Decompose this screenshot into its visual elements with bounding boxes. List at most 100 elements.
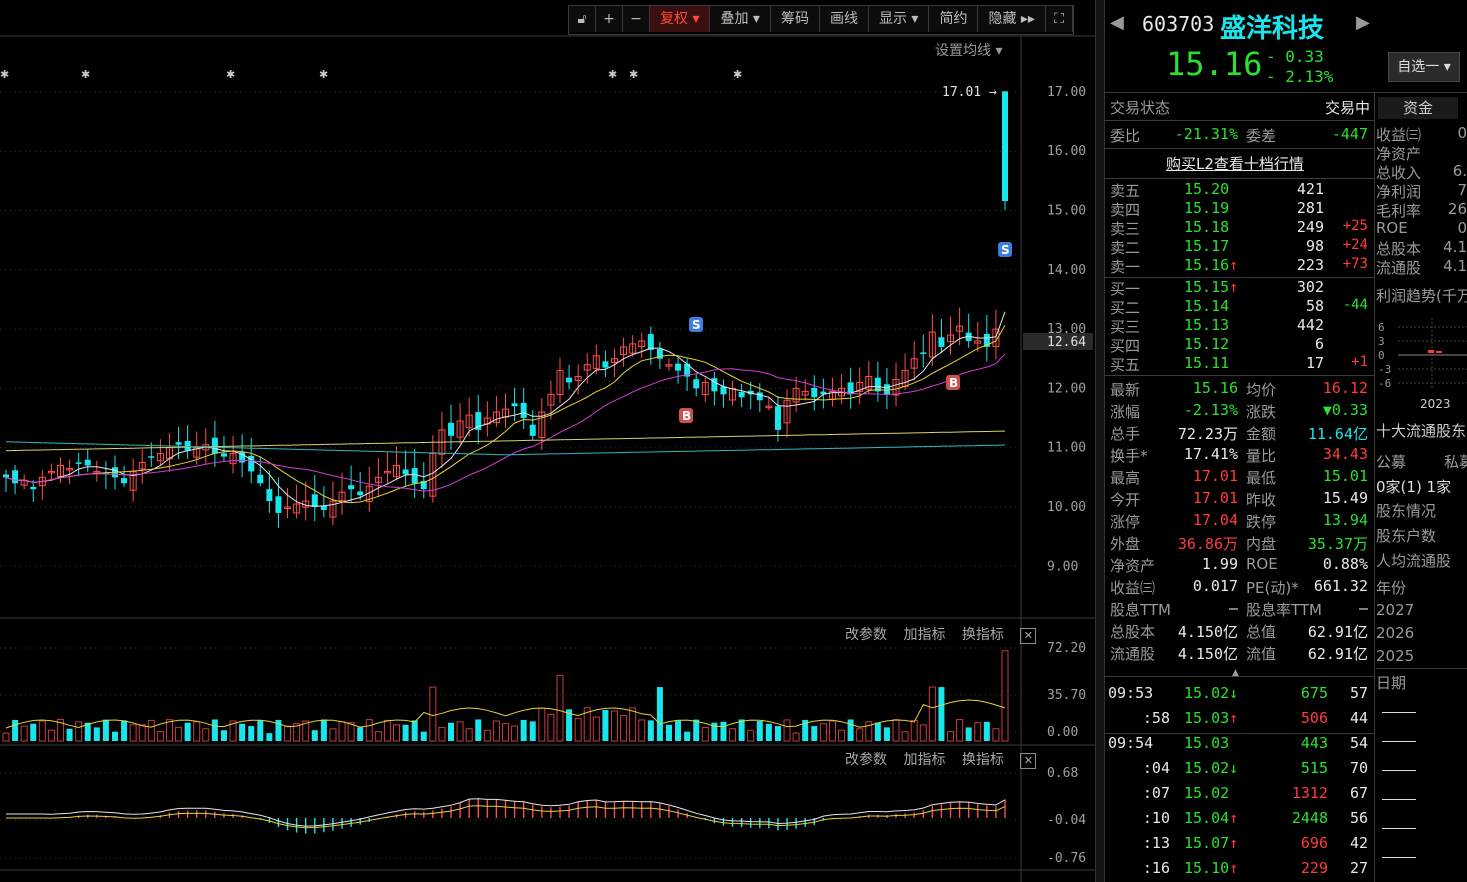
side-fin-value: 4.1 xyxy=(1443,257,1467,275)
quote-value: 661.32 xyxy=(1313,577,1368,595)
macd-add-indicator[interactable]: 加指标 xyxy=(903,752,945,768)
tick-price: 15.02↓ xyxy=(1184,684,1239,702)
quote-label: 总手 xyxy=(1110,425,1141,443)
candle-body xyxy=(220,453,227,457)
volume-bar xyxy=(121,720,128,741)
volume-bar xyxy=(1001,650,1009,742)
side-fin-value: 0 xyxy=(1457,219,1467,237)
price-change: - 0.33 xyxy=(1266,47,1324,66)
asks-label: 卖三 xyxy=(1110,220,1141,238)
volume-bar xyxy=(765,723,772,741)
l2-purchase-link[interactable]: 购买L2查看十档行情 xyxy=(1166,153,1304,174)
tick-time: 09:54 xyxy=(1108,734,1154,752)
tick-time: :16 xyxy=(1142,859,1170,877)
asks-price[interactable]: 15.20 xyxy=(1184,180,1254,198)
watchlist-button[interactable]: 自选一 ▾ xyxy=(1388,52,1460,82)
candle-body xyxy=(148,456,155,458)
tick-count: 54 xyxy=(1349,734,1368,752)
bids-price[interactable]: 15.12 xyxy=(1184,335,1254,353)
macd-close-icon[interactable]: ✕ xyxy=(1020,753,1037,769)
event-marker-icon[interactable]: ✱ xyxy=(733,68,742,81)
macd-switch-indicator[interactable]: 换指标 xyxy=(962,752,1004,768)
mini-y-tick: 0 xyxy=(1378,349,1385,362)
candle-body xyxy=(411,468,418,484)
bids-price[interactable]: 15.15↑ xyxy=(1184,278,1254,296)
quote-label: 收益㈢ xyxy=(1110,579,1156,597)
side-fin-value: 4.1 xyxy=(1443,238,1467,256)
bids-label: 买五 xyxy=(1110,356,1141,374)
trade-signal-text: B xyxy=(682,409,691,423)
link-holder-info[interactable]: 股东情况 xyxy=(1376,500,1467,521)
volume-bar xyxy=(129,724,137,742)
tab-capital[interactable]: 资金 xyxy=(1378,97,1458,119)
chart-area[interactable]: 🔓︎ + − 复权 ▾ 叠加 ▾ 筹码 画线 显示 ▾ 简约 隐藏 ▸▸ ⛶ 设… xyxy=(0,0,1095,882)
quote-label: 涨幅 xyxy=(1110,403,1141,421)
volume-bar xyxy=(638,719,646,742)
volume-add-indicator[interactable]: 加指标 xyxy=(903,627,945,643)
volume-bar xyxy=(729,728,737,742)
quote-label: 股息TTM xyxy=(1110,601,1172,619)
year-header: 年份 xyxy=(1376,579,1407,597)
quote-label: 跌停 xyxy=(1246,513,1277,531)
volume-edit-params[interactable]: 改参数 xyxy=(845,627,887,643)
side-fin-value: 0 xyxy=(1457,124,1467,142)
tick-count: 56 xyxy=(1349,809,1368,827)
volume-bar xyxy=(774,726,781,741)
next-stock-icon[interactable]: ▶ xyxy=(1356,12,1370,33)
asks-price[interactable]: 15.18 xyxy=(1184,218,1254,236)
asks-label: 卖五 xyxy=(1110,182,1141,200)
prev-stock-icon[interactable]: ◀ xyxy=(1110,12,1124,33)
event-marker-icon[interactable]: ✱ xyxy=(226,68,235,81)
quote-label: 内盘 xyxy=(1246,535,1277,553)
volume-bar xyxy=(938,687,945,741)
price-axis-tick: 9.00 xyxy=(1047,559,1078,574)
macd-edit-params[interactable]: 改参数 xyxy=(845,752,887,768)
macd-axis-tick: -0.04 xyxy=(1047,813,1086,828)
quote-label: 涨跌 xyxy=(1246,403,1277,421)
collapse-icon[interactable]: ▲ xyxy=(1232,668,1239,678)
stock-name: 盛洋科技 xyxy=(1220,14,1325,44)
price-axis-tick: 17.00 xyxy=(1047,85,1086,100)
volume-bar xyxy=(720,721,727,741)
bids-price[interactable]: 15.14 xyxy=(1184,297,1254,315)
volume-bar xyxy=(756,721,763,741)
bids-price[interactable]: 15.11 xyxy=(1184,354,1254,372)
macd-axis-tick: 0.68 xyxy=(1047,766,1078,781)
candle-body xyxy=(121,478,128,484)
volume-bar xyxy=(675,720,682,741)
quote-value: 17.01 xyxy=(1192,467,1238,485)
volume-bar xyxy=(492,720,500,742)
tick-volume: 1312 xyxy=(1291,784,1328,802)
trade-signal-text: S xyxy=(692,318,701,332)
link-avg-float[interactable]: 人均流通股 xyxy=(1376,550,1467,571)
asks-price[interactable]: 15.17 xyxy=(1184,237,1254,255)
candle-body xyxy=(920,352,927,354)
event-marker-icon[interactable]: ✱ xyxy=(629,68,638,81)
event-marker-icon[interactable]: ✱ xyxy=(319,68,328,81)
quote-label: 流通股 xyxy=(1110,645,1156,663)
date-placeholder xyxy=(1382,712,1416,713)
volume-switch-indicator[interactable]: 换指标 xyxy=(962,627,1004,643)
volume-bar xyxy=(211,719,218,741)
bids-price[interactable]: 15.13 xyxy=(1184,316,1254,334)
weicha-label: 委差 xyxy=(1246,127,1277,145)
event-marker-icon[interactable]: ✱ xyxy=(608,68,617,81)
asks-price[interactable]: 15.16↑ xyxy=(1184,256,1254,274)
volume-bar xyxy=(547,713,555,742)
top10-holders-title[interactable]: 十大流通股东 xyxy=(1376,420,1467,441)
status-label: 交易状态 xyxy=(1110,99,1171,117)
volume-close-icon[interactable]: ✕ xyxy=(1020,628,1037,644)
asks-price[interactable]: 15.19 xyxy=(1184,199,1254,217)
candle-body xyxy=(84,459,91,466)
tick-price: 15.04↑ xyxy=(1184,809,1239,827)
event-marker-icon[interactable]: ✱ xyxy=(0,68,9,81)
tick-volume: 506 xyxy=(1300,709,1328,727)
tick-price: 15.02↓ xyxy=(1184,759,1239,777)
volume-axis-tick: 72.20 xyxy=(1047,641,1086,656)
volume-bar xyxy=(901,731,909,742)
quote-value: 4.150亿 xyxy=(1177,645,1238,663)
tick-price: 15.03↑ xyxy=(1184,709,1239,727)
link-holder-count[interactable]: 股东户数 xyxy=(1376,525,1467,546)
event-marker-icon[interactable]: ✱ xyxy=(81,68,90,81)
volume-bar xyxy=(2,732,10,742)
